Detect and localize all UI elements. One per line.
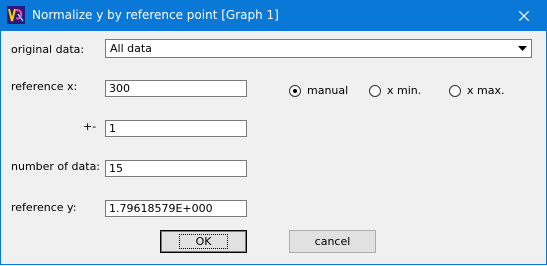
radio-x-min-dot[interactable] (369, 84, 381, 97)
radio-x-max-dot[interactable] (449, 84, 461, 97)
cancel-button-label: cancel (314, 235, 351, 248)
tolerance-label: +- (83, 120, 97, 133)
app-icon (7, 6, 25, 24)
close-icon (519, 10, 529, 21)
number-of-data-label: number of data: (11, 160, 101, 173)
original-data-label: original data: (11, 43, 85, 56)
original-data-select[interactable]: All data (105, 39, 532, 58)
reference-x-input[interactable]: 300 (105, 80, 247, 97)
tolerance-input[interactable]: 1 (105, 120, 247, 137)
reference-x-label: reference x: (11, 80, 78, 93)
window-title: Normalize y by reference point [Graph 1] (32, 8, 279, 22)
radio-manual-label: manual (307, 84, 349, 97)
chevron-down-icon[interactable] (515, 41, 530, 56)
radio-x-max-label: x max. (467, 84, 505, 97)
radio-manual[interactable]: manual (289, 84, 348, 97)
ok-button-label: OK (178, 234, 229, 249)
radio-x-min[interactable]: x min. (369, 84, 421, 97)
title-bar[interactable]: Normalize y by reference point [Graph 1] (0, 0, 547, 31)
original-data-value: All data (110, 42, 152, 55)
reference-y-input[interactable]: 1.79618579E+000 (105, 200, 247, 217)
radio-x-min-label: x min. (387, 84, 422, 97)
radio-manual-dot[interactable] (289, 84, 301, 97)
number-of-data-input[interactable]: 15 (105, 160, 247, 177)
window-frame (0, 31, 547, 265)
ok-button[interactable]: OK (160, 230, 247, 253)
reference-y-label: reference y: (11, 201, 77, 214)
radio-x-max[interactable]: x max. (449, 84, 504, 97)
close-button[interactable] (501, 0, 547, 31)
cancel-button[interactable]: cancel (289, 230, 376, 253)
